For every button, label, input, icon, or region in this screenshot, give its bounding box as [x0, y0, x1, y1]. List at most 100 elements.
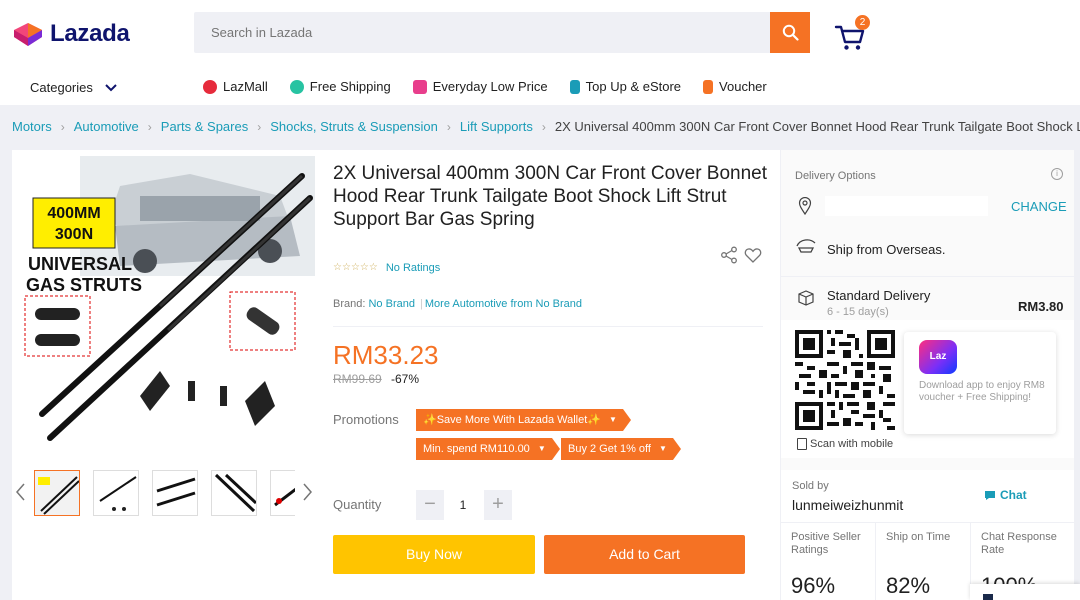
search-bar: [194, 12, 810, 53]
search-input[interactable]: [194, 12, 770, 53]
breadcrumb-link[interactable]: Motors: [12, 119, 52, 134]
promo-tag-label: Buy 2 Get 1% off: [568, 443, 651, 455]
qr-code: [795, 330, 895, 430]
breadcrumb-link[interactable]: Automotive: [74, 119, 139, 134]
stat-label: Chat Response Rate: [981, 531, 1057, 556]
breadcrumb-current: 2X Universal 400mm 300N Car Front Cover …: [554, 119, 1080, 134]
info-icon[interactable]: i: [1051, 168, 1063, 180]
current-price: RM33.23: [333, 340, 439, 370]
seller-stat: Ship on Time 82%: [876, 522, 971, 600]
thumbnail[interactable]: [211, 470, 257, 516]
stat-label: Positive Seller Ratings: [791, 531, 861, 556]
stat-value: 82%: [886, 573, 931, 598]
chevron-right-icon: ›: [60, 119, 65, 134]
nav-voucher[interactable]: Voucher: [703, 79, 767, 94]
breadcrumb: Motors › Automotive › Parts & Spares › Shoc…: [12, 119, 1080, 134]
thumbnail[interactable]: [270, 470, 295, 516]
star-icon: ☆: [341, 262, 351, 273]
lazada-logo[interactable]: Lazada: [12, 20, 130, 48]
quantity-increase-button[interactable]: +: [484, 490, 512, 520]
chat-button[interactable]: Chat: [984, 488, 1027, 502]
thumbnail-image: [35, 471, 79, 515]
thumbnail-image: [212, 471, 256, 515]
delivery-location-field[interactable]: [825, 196, 988, 216]
thumbnail-image: [153, 471, 197, 515]
buy-now-button[interactable]: Buy Now: [333, 535, 535, 574]
quantity-decrease-button[interactable]: −: [416, 490, 444, 520]
chevron-right-icon: ›: [541, 119, 546, 134]
promo-tag-buy2[interactable]: Buy 2 Get 1% off ▼: [561, 438, 681, 460]
original-price: RM99.69: [333, 372, 382, 386]
promo-tag-label: Min. spend RM110.00: [423, 443, 530, 455]
app-download-section: Scan with mobile Laz Download app to enj…: [781, 320, 1074, 458]
thumbnail[interactable]: [34, 470, 80, 516]
chevron-right-icon: ›: [257, 119, 262, 134]
stat-value: 96%: [791, 573, 836, 598]
categories-menu[interactable]: Categories: [30, 80, 117, 95]
voucher-icon: [703, 79, 714, 94]
promo-tag-wallet[interactable]: ✨Save More With Lazada Wallet✨ ▼: [416, 409, 631, 431]
caret-down-icon: ▼: [537, 444, 546, 454]
search-icon: [782, 24, 799, 41]
promo-tag-min-spend[interactable]: Min. spend RM110.00 ▼: [416, 438, 560, 460]
app-promo-card[interactable]: Laz Download app to enjoy RM8 voucher + …: [904, 332, 1056, 434]
more-from-brand-link[interactable]: More Automotive from No Brand: [425, 298, 582, 310]
product-main-image[interactable]: 400MM 300N UNIVERSAL GAS STRUTS: [20, 156, 315, 453]
search-button[interactable]: [770, 12, 810, 53]
floating-popup[interactable]: [970, 584, 1080, 600]
chevron-down-icon: [105, 83, 117, 91]
standard-delivery-title: Standard Delivery: [827, 288, 931, 303]
section-divider: [781, 276, 1074, 277]
change-location-link[interactable]: CHANGE: [1011, 199, 1067, 214]
star-icon: ☆: [368, 262, 378, 273]
scan-with-mobile-text: Scan with mobile: [810, 438, 894, 450]
chevron-left-icon[interactable]: [14, 482, 28, 502]
top-header: Lazada 2 Categories LazMall Free Shippin…: [0, 0, 1080, 105]
nav-lazmall[interactable]: LazMall: [203, 79, 268, 94]
breadcrumb-link[interactable]: Shocks, Struts & Suspension: [270, 119, 438, 134]
thumbnail[interactable]: [93, 470, 139, 516]
star-icon: ☆: [359, 262, 369, 273]
location-pin-icon: [798, 197, 812, 215]
brand-link[interactable]: No Brand: [368, 298, 414, 310]
low-price-icon: [412, 79, 427, 94]
add-to-cart-button[interactable]: Add to Cart: [544, 535, 745, 574]
caret-down-icon: ▼: [658, 444, 667, 454]
thumbnail[interactable]: [152, 470, 198, 516]
ratings-link[interactable]: No Ratings: [386, 262, 440, 274]
lazada-app-icon: Laz: [919, 340, 957, 374]
seller-stat: Positive Seller Ratings 96%: [781, 522, 876, 600]
promo-tag-label: ✨Save More With Lazada Wallet✨: [423, 414, 601, 426]
image-force-label: 300N: [55, 226, 93, 243]
gas-strut-image: 400MM 300N UNIVERSAL GAS STRUTS: [20, 156, 315, 453]
share-icon[interactable]: [720, 246, 738, 264]
thumbnail-strip: [12, 466, 315, 522]
nav-everyday-low-price[interactable]: Everyday Low Price: [412, 79, 548, 94]
delivery-options-title: Delivery Options: [795, 170, 876, 182]
standard-delivery-days: 6 - 15 day(s): [827, 306, 889, 318]
free-shipping-icon: [289, 79, 304, 94]
brand-label: Brand:: [333, 298, 366, 310]
nav-label: Free Shipping: [309, 79, 391, 94]
nav-free-shipping[interactable]: Free Shipping: [289, 79, 391, 94]
logo-text: Lazada: [50, 20, 130, 47]
cart-count-badge: 2: [855, 15, 870, 30]
chevron-right-icon[interactable]: [300, 482, 314, 502]
breadcrumb-link[interactable]: Parts & Spares: [161, 119, 248, 134]
product-panel: 400MM 300N UNIVERSAL GAS STRUTS 2X Unive…: [12, 150, 780, 600]
breadcrumb-link[interactable]: Lift Supports: [460, 119, 533, 134]
lazmall-icon: [203, 79, 217, 94]
quantity-label: Quantity: [333, 497, 382, 512]
nav-label: Top Up & eStore: [585, 79, 682, 94]
brand-row: Brand: No Brand | More Automotive from No…: [333, 298, 582, 310]
heart-icon[interactable]: [744, 246, 762, 264]
nav-top-up[interactable]: Top Up & eStore: [569, 79, 682, 94]
brand-divider: |: [420, 298, 423, 310]
nav-label: Everyday Low Price: [432, 79, 548, 94]
lazada-heart-icon: [14, 23, 42, 46]
quantity-value[interactable]: 1: [453, 498, 473, 512]
categories-label: Categories: [30, 80, 93, 95]
standard-delivery-price: RM3.80: [1018, 299, 1064, 314]
star-rating[interactable]: ☆ ☆ ☆ ☆ ☆: [333, 263, 378, 273]
seller-name[interactable]: lunmeiweizhunmit: [792, 497, 903, 513]
